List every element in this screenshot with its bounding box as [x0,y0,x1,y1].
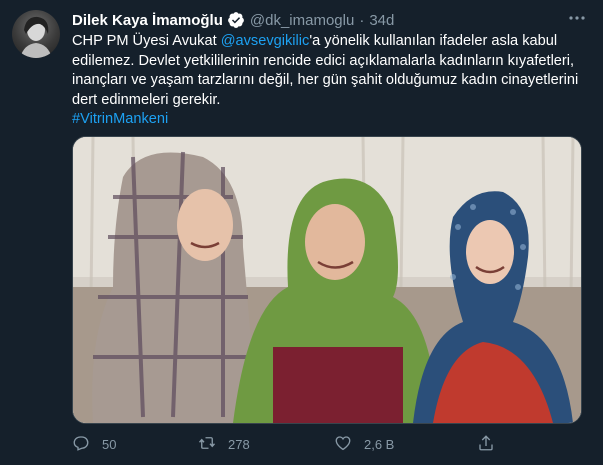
tweet-text: CHP PM Üyesi Avukat @avsevgikilic'a yöne… [72,32,592,130]
reply-icon [72,434,102,455]
separator-dot: · [359,11,365,29]
avatar[interactable] [12,10,60,58]
author-handle[interactable]: @dk_imamoglu [250,12,354,29]
mention-link[interactable]: @avsevgikilic [221,33,310,49]
verified-badge-icon [227,11,245,29]
retweet-count: 278 [228,436,250,452]
tweet-header: Dilek Kaya İmamoğlu @dk_imamoglu · 34d [72,10,394,30]
timestamp[interactable]: 34d [369,12,394,29]
hashtag-link[interactable]: #VitrinMankeni [72,111,168,127]
retweet-icon [198,434,228,455]
tweet-card[interactable]: Dilek Kaya İmamoğlu @dk_imamoglu · 34d C… [0,0,603,465]
like-count: 2,6 B [364,436,395,452]
author-name[interactable]: Dilek Kaya İmamoğlu [72,12,223,29]
tweet-actions: 50 278 2,6 B [72,430,502,458]
tweet-photo[interactable] [72,136,582,424]
reply-button[interactable]: 50 [72,430,116,458]
like-button[interactable]: 2,6 B [334,430,394,458]
more-horizontal-icon[interactable] [565,8,589,32]
reply-count: 50 [102,436,117,452]
tweet-text-part1: CHP PM Üyesi Avukat [72,33,221,49]
share-button[interactable] [477,430,507,458]
heart-icon [334,434,364,455]
share-icon [477,434,507,455]
retweet-button[interactable]: 278 [198,430,250,458]
